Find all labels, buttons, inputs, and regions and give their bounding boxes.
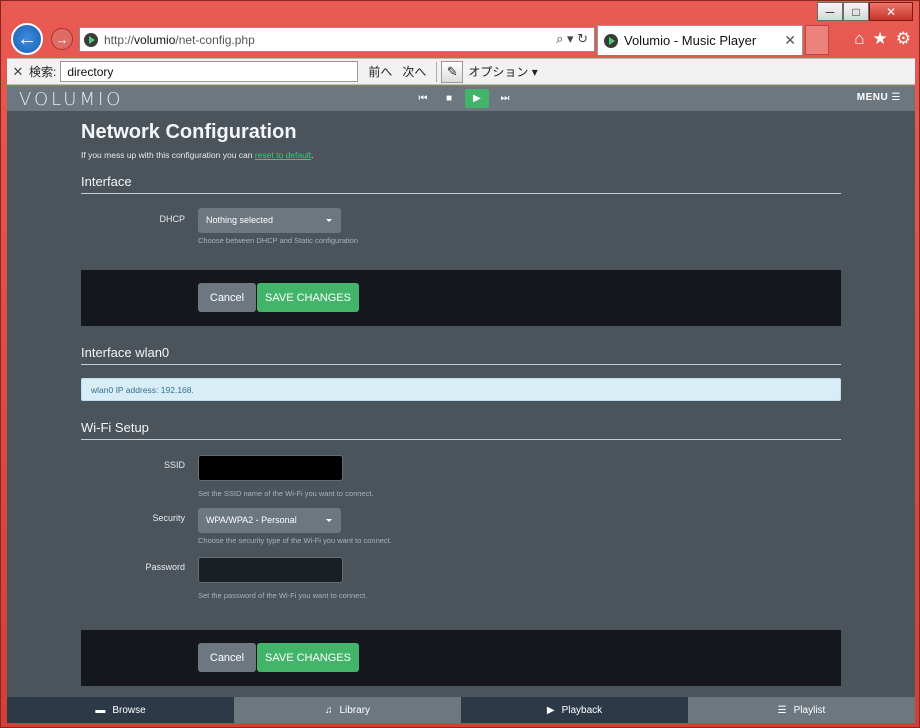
tab-volumio[interactable]: Volumio - Music Player ✕	[597, 25, 803, 55]
window-controls: ─ □ ✕	[817, 2, 913, 21]
interface-actions: Cancel SAVE CHANGES	[81, 270, 841, 326]
app-topbar: VOLUMIO ⏮ ■ ▶ ⏭ MENU ☰	[7, 86, 915, 111]
wlan-section-title: Interface wlan0	[81, 345, 841, 365]
skip-back-icon: ⏮	[418, 93, 428, 104]
dhcp-help: Choose between DHCP and Static configura…	[198, 236, 358, 245]
reset-to-default-link[interactable]: reset to default	[255, 150, 311, 160]
wifi-save-button[interactable]: SAVE CHANGES	[257, 643, 359, 672]
tab-title: Volumio - Music Player	[624, 33, 757, 48]
dhcp-select[interactable]: Nothing selected	[198, 208, 341, 233]
music-note-icon: ♫	[324, 704, 333, 716]
previous-track-button[interactable]: ⏮	[413, 89, 433, 108]
hamburger-icon: ☰	[891, 92, 901, 103]
find-divider	[436, 61, 438, 82]
back-button[interactable]: ←	[11, 23, 43, 55]
address-tools[interactable]: ⌕ ▾ ↻	[556, 31, 588, 47]
find-bar: ✕ 検索: 前へ 次へ ✎ オプション ▾	[7, 58, 915, 85]
security-row: Security WPA/WPA2 - Personal Choose the …	[81, 508, 841, 557]
password-input[interactable]	[198, 557, 343, 583]
skip-forward-icon: ⏭	[500, 93, 510, 104]
stop-button[interactable]: ■	[439, 89, 459, 108]
transport-controls: ⏮ ■ ▶ ⏭	[413, 89, 515, 108]
volumio-page: VOLUMIO ⏮ ■ ▶ ⏭ MENU ☰ Network Configura…	[7, 86, 915, 723]
ssid-row: SSID Set the SSID name of the Wi-Fi you …	[81, 455, 841, 508]
browser-toolbar-icons: ⌂ ★ ⚙	[854, 29, 911, 49]
page-title: Network Configuration	[81, 121, 297, 143]
site-favicon-icon	[84, 32, 98, 47]
highlight-pen-icon[interactable]: ✎	[441, 60, 464, 83]
tab-close-icon[interactable]: ✕	[784, 32, 796, 49]
security-help: Choose the security type of the Wi-Fi yo…	[198, 536, 392, 545]
address-url: http://volumio/net-config.php	[104, 32, 255, 47]
wifi-form: SSID Set the SSID name of the Wi-Fi you …	[81, 455, 841, 607]
favorites-star-icon[interactable]: ★	[873, 29, 888, 49]
settings-gear-icon[interactable]: ⚙	[896, 29, 911, 49]
dhcp-row: DHCP Nothing selected Choose between DHC…	[81, 208, 841, 252]
new-tab-button[interactable]	[805, 25, 829, 55]
find-prev-button[interactable]: 前へ	[368, 63, 392, 80]
ssid-input[interactable]	[198, 455, 343, 481]
address-bar[interactable]: http://volumio/net-config.php ⌕ ▾ ↻	[79, 27, 595, 52]
caret-down-icon	[326, 519, 332, 522]
forward-button[interactable]: →	[51, 28, 73, 50]
main-content: Network Configuration If you mess up wit…	[81, 111, 841, 252]
tab-favicon-icon	[604, 33, 618, 48]
find-label: 検索:	[29, 65, 57, 79]
security-select[interactable]: WPA/WPA2 - Personal	[198, 508, 341, 533]
play-button[interactable]: ▶	[465, 89, 489, 108]
password-row: Password Set the password of the Wi-Fi y…	[81, 557, 841, 607]
next-track-button[interactable]: ⏭	[495, 89, 515, 108]
navigation-row: ← → http://volumio/net-config.php ⌕ ▾ ↻ …	[7, 23, 915, 57]
list-icon: ☰	[777, 704, 787, 716]
nav-playback[interactable]: ▶ Playback	[461, 697, 688, 723]
interface-section-title: Interface	[81, 174, 841, 194]
password-help: Set the password of the Wi-Fi you want t…	[198, 591, 368, 600]
menu-button[interactable]: MENU ☰	[857, 92, 901, 103]
nav-playlist[interactable]: ☰ Playlist	[688, 697, 915, 723]
arrow-right-icon: →	[55, 31, 69, 47]
password-label: Password	[145, 562, 185, 572]
play-icon: ▶	[473, 93, 481, 104]
nav-browse[interactable]: ▬ Browse	[7, 697, 234, 723]
play-icon: ▶	[546, 704, 555, 716]
bottom-nav: ▬ Browse ♫ Library ▶ Playback ☰ Playlist	[7, 697, 915, 723]
home-icon[interactable]: ⌂	[854, 29, 864, 49]
dhcp-label: DHCP	[159, 214, 185, 224]
find-input[interactable]	[60, 61, 359, 82]
close-window-button[interactable]: ✕	[869, 2, 913, 21]
interface-cancel-button[interactable]: Cancel	[198, 283, 256, 312]
browser-window: ─ □ ✕ ← → http://volumio/net-config.php …	[0, 0, 920, 728]
minimize-button[interactable]: ─	[817, 2, 843, 21]
folder-icon: ▬	[95, 704, 106, 716]
page-subtitle: If you mess up with this configuration y…	[81, 150, 314, 160]
find-options-button[interactable]: オプション ▾	[468, 63, 537, 80]
nav-library[interactable]: ♫ Library	[234, 697, 461, 723]
arrow-left-icon: ←	[17, 27, 37, 50]
interface-save-button[interactable]: SAVE CHANGES	[257, 283, 359, 312]
wlan-ip-info: wlan0 IP address: 192.168.	[81, 378, 841, 401]
find-next-button[interactable]: 次へ	[402, 63, 426, 80]
volumio-logo: VOLUMIO	[19, 89, 124, 110]
stop-icon: ■	[445, 93, 453, 104]
find-close-icon[interactable]: ✕	[7, 64, 29, 80]
wifi-section-title: Wi-Fi Setup	[81, 420, 841, 440]
ssid-help: Set the SSID name of the Wi-Fi you want …	[198, 489, 374, 498]
wifi-cancel-button[interactable]: Cancel	[198, 643, 256, 672]
security-label: Security	[152, 513, 185, 523]
caret-down-icon	[326, 219, 332, 222]
maximize-button[interactable]: □	[843, 2, 869, 21]
wifi-actions: Cancel SAVE CHANGES	[81, 630, 841, 686]
ssid-label: SSID	[163, 460, 185, 470]
